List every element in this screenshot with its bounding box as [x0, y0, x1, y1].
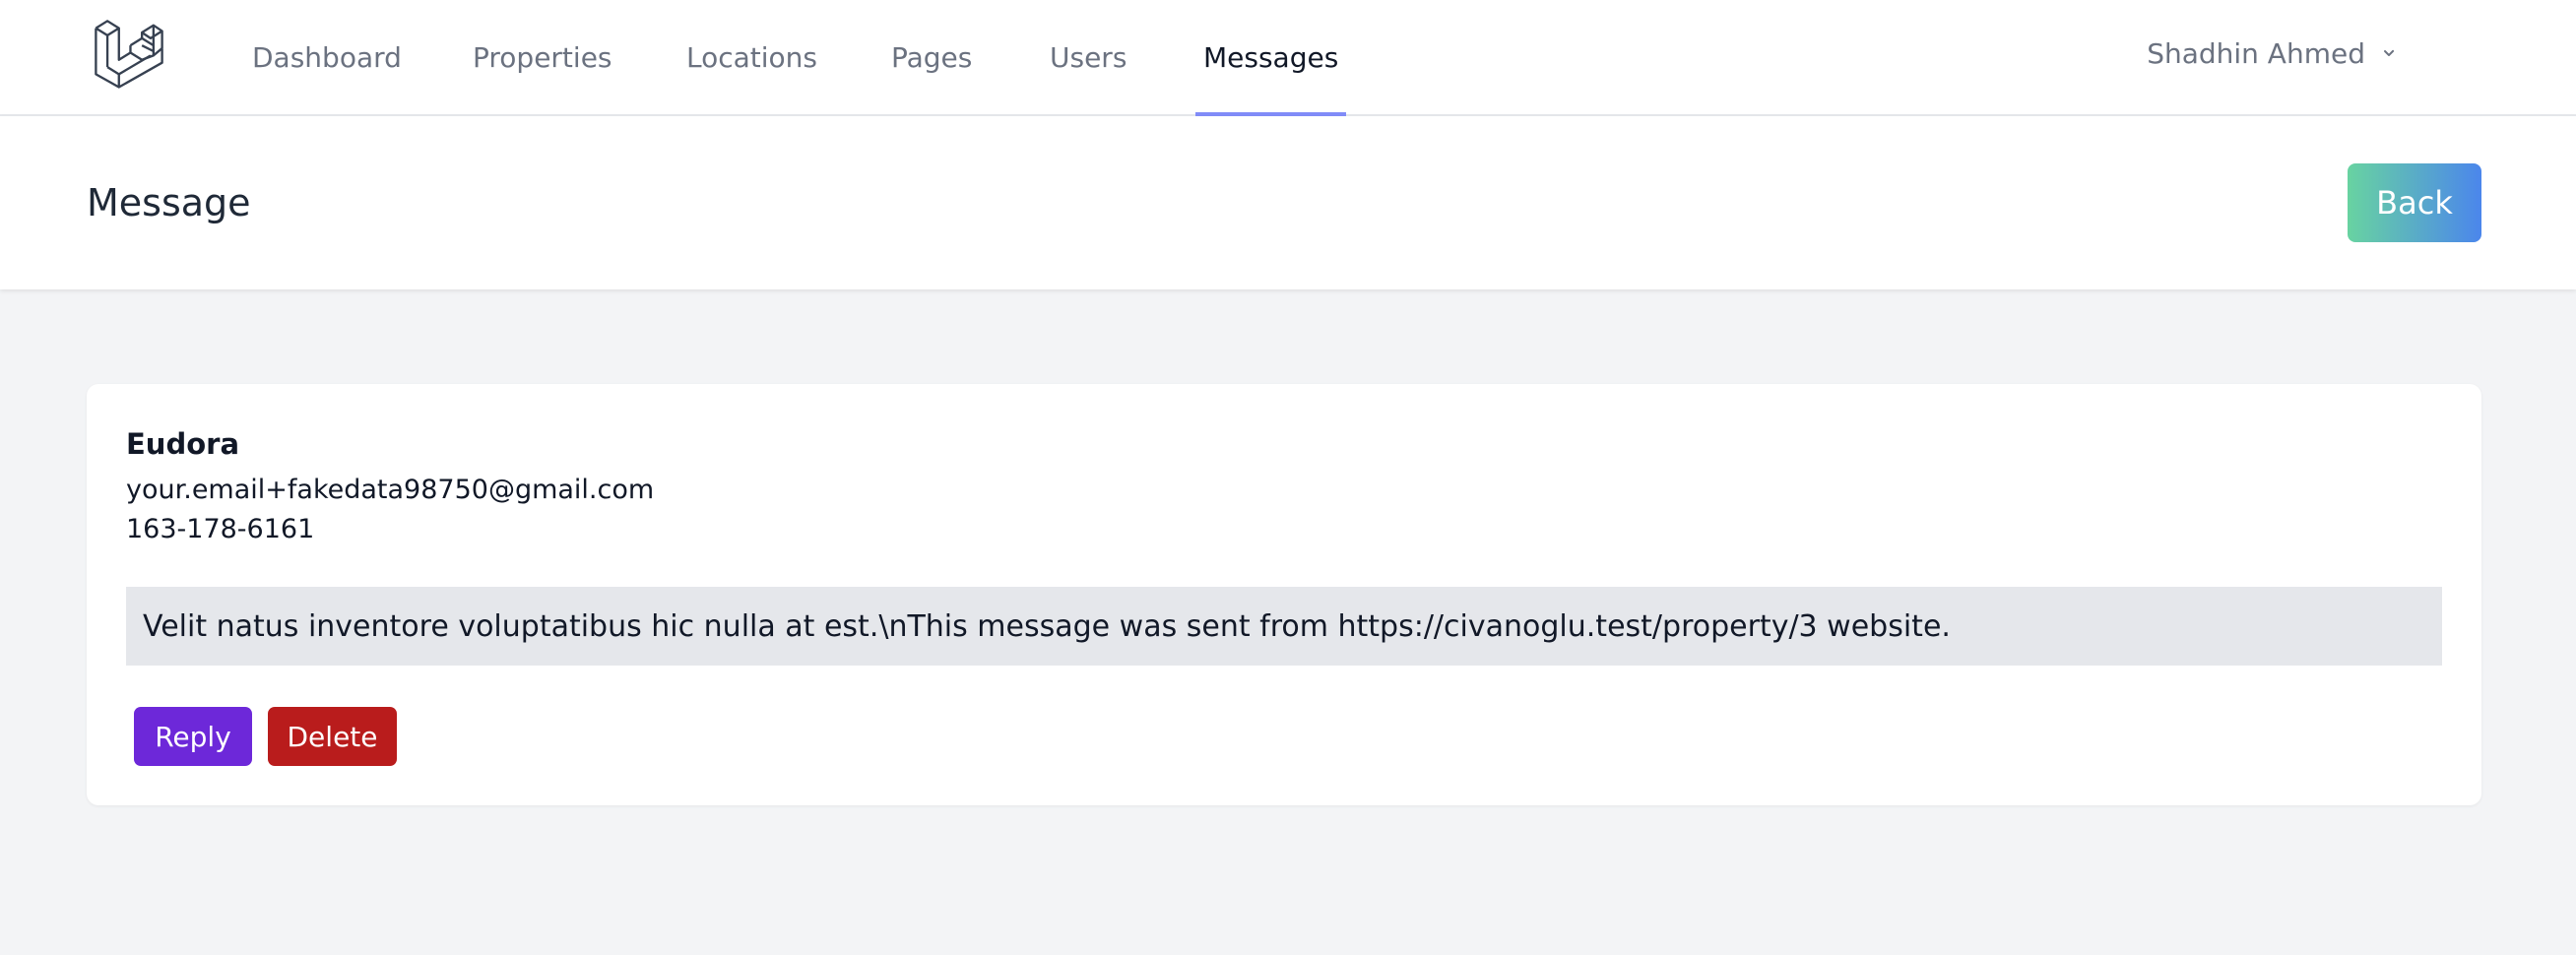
nav-item-messages[interactable]: Messages	[1194, 0, 1347, 116]
message-body-text: Velit natus inventore voluptatibus hic n…	[143, 608, 1951, 644]
nav-item-label: Messages	[1203, 41, 1339, 74]
nav-item-users[interactable]: Users	[1050, 0, 1127, 115]
nav-item-label: Locations	[686, 41, 818, 74]
delete-button[interactable]: Delete	[268, 707, 397, 766]
page-header: Message Back	[0, 116, 2576, 289]
sender-phone: 163-178-6161	[126, 514, 315, 544]
nav-item-properties[interactable]: Properties	[473, 0, 612, 115]
message-card: Eudora your.email+fakedata98750@gmail.co…	[87, 384, 2481, 805]
laravel-logo-icon[interactable]	[92, 14, 166, 89]
message-body: Velit natus inventore voluptatibus hic n…	[126, 587, 2442, 666]
user-menu[interactable]: Shadhin Ahmed	[2147, 0, 2399, 106]
chevron-down-icon	[2384, 49, 2395, 56]
nav-item-dashboard[interactable]: Dashboard	[252, 0, 402, 115]
back-button[interactable]: Back	[2348, 163, 2481, 242]
top-navigation: Dashboard Properties Locations Pages Use…	[0, 0, 2576, 116]
sender-name: Eudora	[126, 427, 240, 461]
nav-item-label: Users	[1050, 41, 1127, 74]
nav-item-label: Dashboard	[252, 41, 402, 74]
nav-item-label: Pages	[891, 41, 973, 74]
nav-item-locations[interactable]: Locations	[686, 0, 817, 115]
page-title: Message	[87, 181, 251, 224]
reply-button[interactable]: Reply	[134, 707, 252, 766]
nav-item-pages[interactable]: Pages	[891, 0, 972, 115]
nav-item-label: Properties	[473, 41, 612, 74]
sender-email: your.email+fakedata98750@gmail.com	[126, 475, 655, 505]
user-name: Shadhin Ahmed	[2147, 36, 2365, 70]
